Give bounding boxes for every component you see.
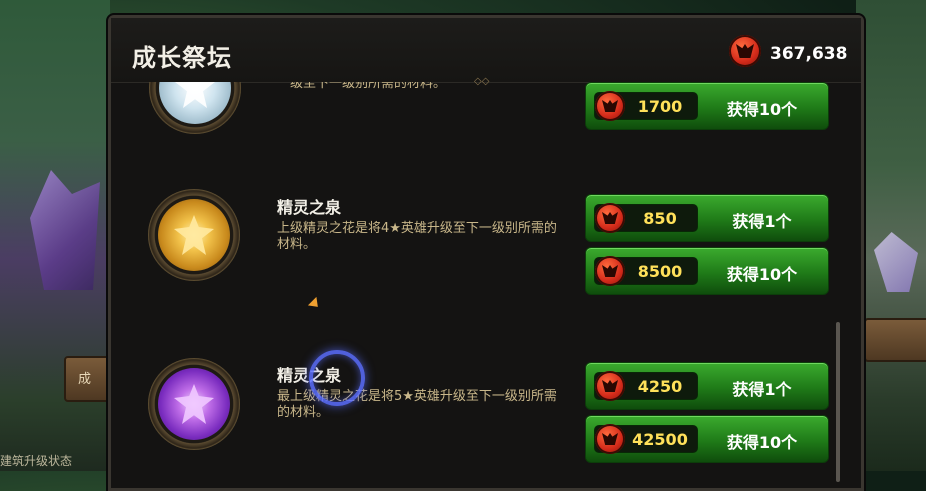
currency-balance: 367,638: [770, 44, 848, 64]
purple-flower-icon: [174, 384, 214, 424]
item-medallion-purple: [148, 358, 240, 450]
shop-item-list[interactable]: 级至下一级别所需的材料。 1700 获得10个 精灵之泉 上级精灵之花是将4★英…: [111, 82, 861, 488]
background-side-button-label: 成: [78, 372, 92, 387]
currency-icon: [595, 371, 625, 401]
price-box: 850: [594, 203, 698, 233]
currency-icon: [595, 203, 625, 233]
white-flower-icon: [175, 82, 215, 108]
price-value: 8500: [637, 262, 683, 281]
item-title: 精灵之泉: [277, 198, 342, 217]
medallion-inner: [159, 82, 231, 124]
price-value: 42500: [632, 430, 688, 449]
panel-title: 成长祭坛: [132, 44, 232, 72]
medallion-inner: [158, 199, 230, 271]
medallion-inner: [158, 368, 230, 440]
touch-ring-indicator: [309, 350, 365, 406]
currency-icon: [595, 91, 625, 121]
buy-1-button[interactable]: 4250 获得1个: [585, 362, 829, 410]
gold-flower-icon: [174, 215, 214, 255]
price-value: 1700: [637, 97, 683, 116]
buy-button-label: 获得10个: [726, 100, 798, 119]
buy-button-label: 获得1个: [732, 380, 792, 399]
price-value: 4250: [637, 377, 683, 396]
price-box: 4250: [594, 371, 698, 401]
item-medallion-white: [149, 82, 241, 134]
item-medallion-gold: [148, 189, 240, 281]
background-bottom-text: 建筑升级状态: [0, 454, 73, 468]
price-box: 1700: [594, 91, 698, 121]
buy-10-button[interactable]: 8500 获得10个: [585, 247, 829, 295]
currency-icon: [595, 256, 625, 286]
currency-icon: [595, 424, 625, 454]
growth-altar-panel: 成长祭坛 367,638 ◇◇ 级至下一级别所需的材料。 1700 获得10个 …: [108, 15, 864, 491]
buy-button-label: 获得10个: [726, 433, 798, 452]
item-description: 上级精灵之花是将4★英雄升级至下一级别所需的材料。: [277, 221, 557, 252]
currency-icon: [729, 35, 761, 67]
price-value: 850: [643, 209, 677, 228]
buy-button-label: 获得10个: [726, 265, 798, 284]
buy-button-label: 获得1个: [732, 212, 792, 231]
buy-1-button[interactable]: 850 获得1个: [585, 194, 829, 242]
scrollbar[interactable]: [836, 322, 840, 482]
buy-10-button[interactable]: 42500 获得10个: [585, 415, 829, 463]
background-right-button: [864, 318, 926, 362]
item-description: 级至下一级别所需的材料。: [290, 82, 447, 91]
buy-10-button[interactable]: 1700 获得10个: [585, 82, 829, 130]
price-box: 8500: [594, 256, 698, 286]
price-box: 42500: [594, 424, 698, 454]
panel-header: 成长祭坛 367,638 ◇◇: [111, 18, 861, 87]
